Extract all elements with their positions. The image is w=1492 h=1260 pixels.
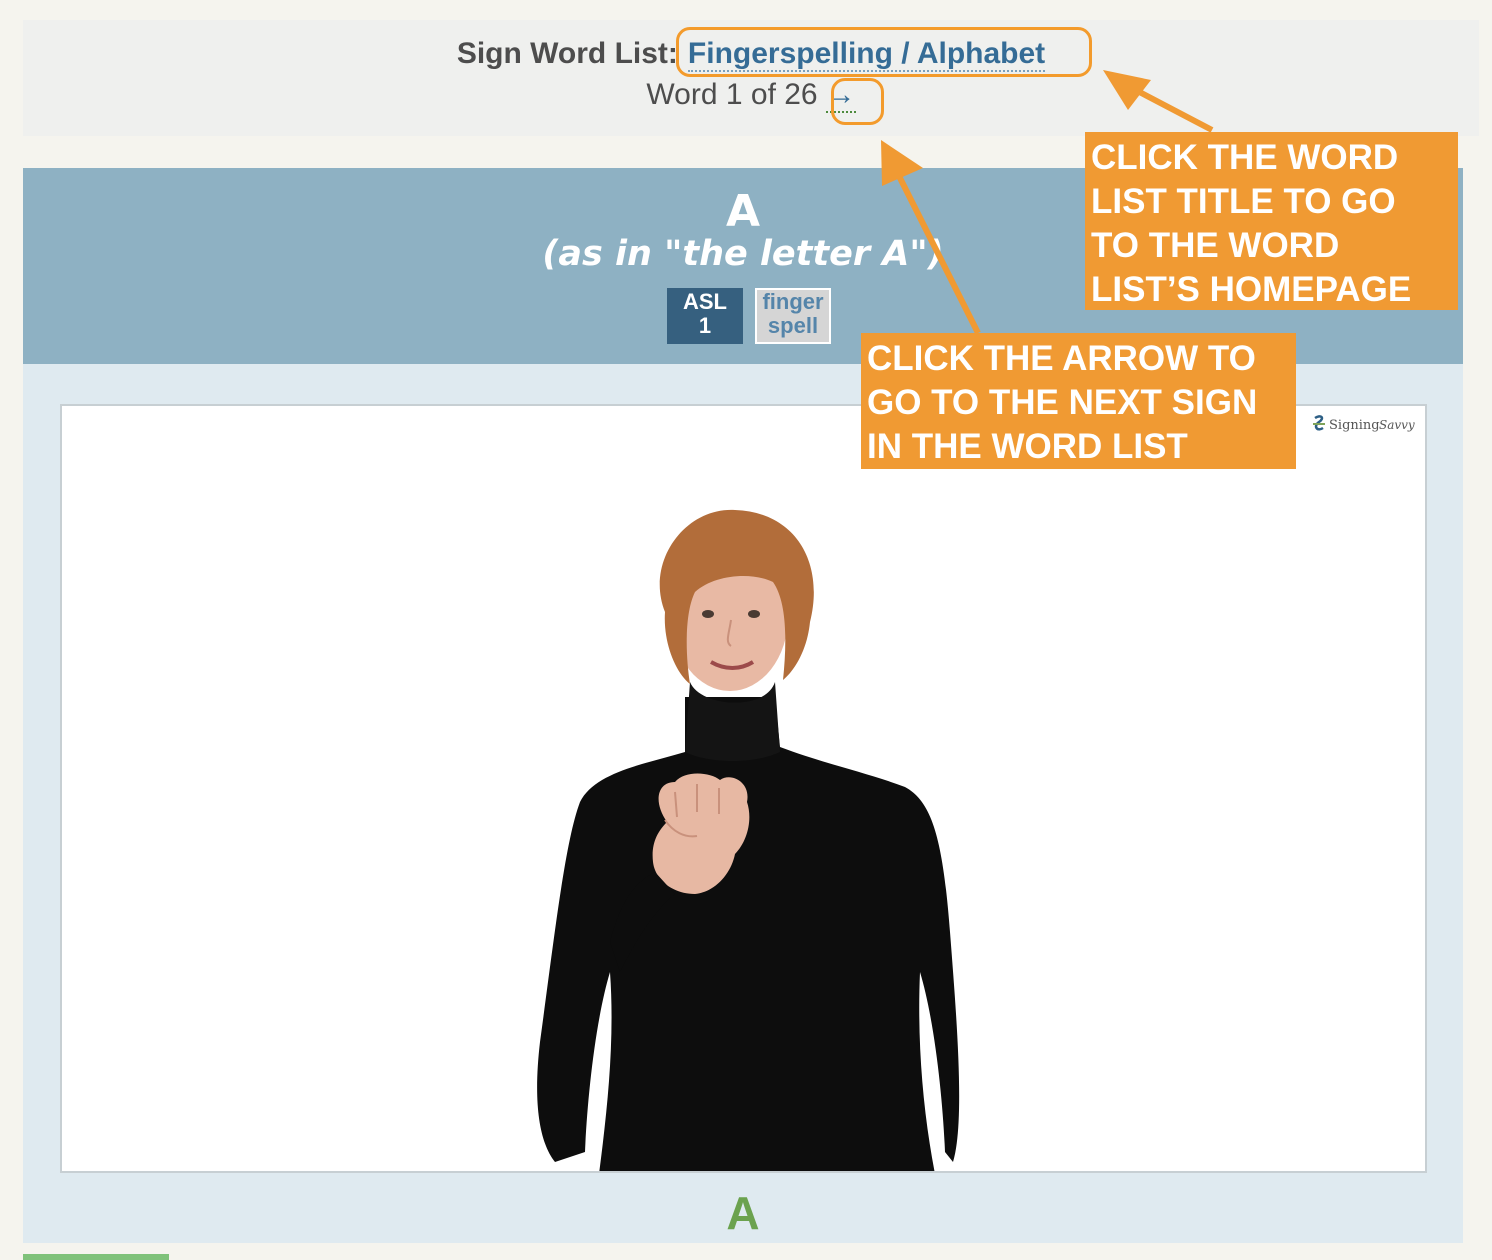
title-tip-line-3: TO THE WORD <box>1091 226 1340 265</box>
word-list-title-link[interactable]: Fingerspelling / Alphabet <box>687 37 1046 72</box>
next-word-arrow-icon[interactable]: → <box>825 78 856 113</box>
title-tip-line-1: CLICK THE WORD <box>1091 138 1399 177</box>
sign-video-player[interactable]: Signing Savvy <box>60 404 1427 1173</box>
fingerspell-badge[interactable]: finger spell <box>755 288 831 344</box>
word-list-nav-bar: Sign Word List: Fingerspelling / Alphabet… <box>23 20 1479 136</box>
word-list-label: Sign Word List: <box>456 37 678 70</box>
bottom-green-tab <box>23 1254 169 1260</box>
arrow-tip-line-3: IN THE WORD LIST <box>867 427 1188 466</box>
word-position: Word 1 of 26 → <box>23 78 1479 113</box>
watermark-script-text: Savvy <box>1379 418 1415 432</box>
title-tip-callout: CLICK THE WORD LIST TITLE TO GO TO THE W… <box>1085 132 1458 310</box>
sign-caption: A <box>726 1187 760 1239</box>
title-tip-line-2: LIST TITLE TO GO <box>1091 182 1396 221</box>
arrow-tip-line-1: CLICK THE ARROW TO <box>867 339 1256 378</box>
arrow-tip-callout: CLICK THE ARROW TO GO TO THE NEXT SIGN I… <box>861 333 1296 469</box>
fingerspell-badge-line2: spell <box>767 313 819 338</box>
word-position-text: Word 1 of 26 <box>646 78 818 111</box>
word-list-heading: Sign Word List: Fingerspelling / Alphabet <box>23 37 1479 72</box>
asl-badge-level: 1 <box>698 313 712 338</box>
title-tip-line-4: LIST’S HOMEPAGE <box>1091 270 1412 309</box>
asl-level-badge[interactable]: ASL 1 <box>667 288 743 344</box>
fingerspell-badge-line1: finger <box>762 289 824 314</box>
asl-badge-label: ASL <box>683 289 727 314</box>
signing-savvy-logo: Signing Savvy <box>1313 415 1415 433</box>
sign-card: A (as in "the letter A") ASL 1 finger sp… <box>23 168 1463 1243</box>
signer-figure <box>537 509 960 1171</box>
arrow-tip-line-2: GO TO THE NEXT SIGN <box>867 383 1258 422</box>
watermark-brand-text: Signing <box>1329 418 1380 433</box>
